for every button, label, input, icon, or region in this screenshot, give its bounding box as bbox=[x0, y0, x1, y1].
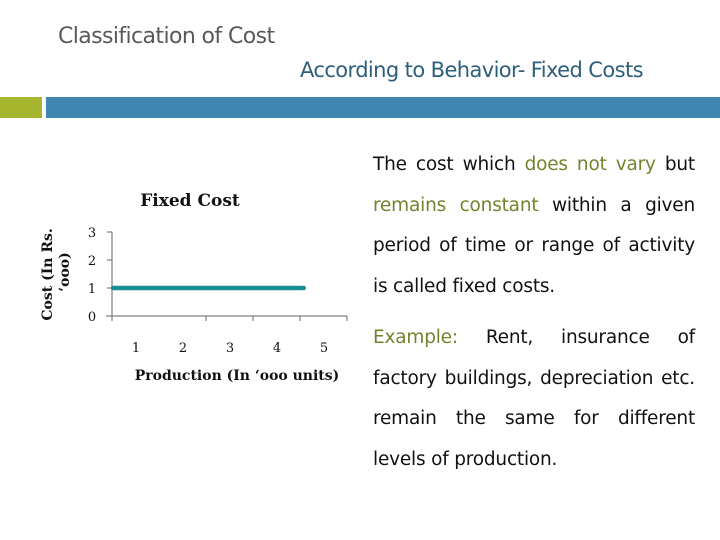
highlighted-text: remains constant bbox=[373, 194, 539, 216]
x-tick-label: 1 bbox=[132, 341, 140, 356]
body-text-segment: Rent, insurance of factory buildings, de… bbox=[373, 327, 695, 470]
highlighted-text: does not vary bbox=[524, 154, 656, 175]
body-text-segment: The cost which bbox=[373, 154, 525, 175]
y-tick-label: 1 bbox=[88, 282, 96, 297]
chart-title: Fixed Cost bbox=[140, 191, 240, 211]
x-tick-label: 5 bbox=[320, 341, 328, 356]
definition-paragraph: The cost which does not vary but remains… bbox=[373, 145, 695, 307]
y-ticks: 0 1 2 3 bbox=[88, 226, 112, 325]
y-tick-label: 2 bbox=[88, 254, 96, 269]
y-tick-label: 3 bbox=[88, 226, 96, 241]
example-paragraph: Example: Rent, insurance of factory buil… bbox=[373, 318, 695, 480]
y-axis-title-line2: ‘ooo) bbox=[57, 252, 73, 292]
x-tick-label: 2 bbox=[179, 341, 187, 356]
x-tick-label: 4 bbox=[273, 341, 281, 356]
y-axis-title-line1: Cost (In Rs. bbox=[40, 228, 56, 320]
body-text-segment: but bbox=[655, 154, 695, 175]
x-ticks: 1 2 3 4 5 bbox=[111, 316, 348, 356]
x-axis-title: Production (In ‘ooo units) bbox=[135, 368, 340, 384]
y-axis-title: Cost (In Rs. ‘ooo) bbox=[40, 223, 73, 320]
y-tick-label: 0 bbox=[88, 310, 96, 325]
highlighted-text: Example: bbox=[373, 327, 458, 348]
x-tick-label: 3 bbox=[226, 341, 234, 356]
